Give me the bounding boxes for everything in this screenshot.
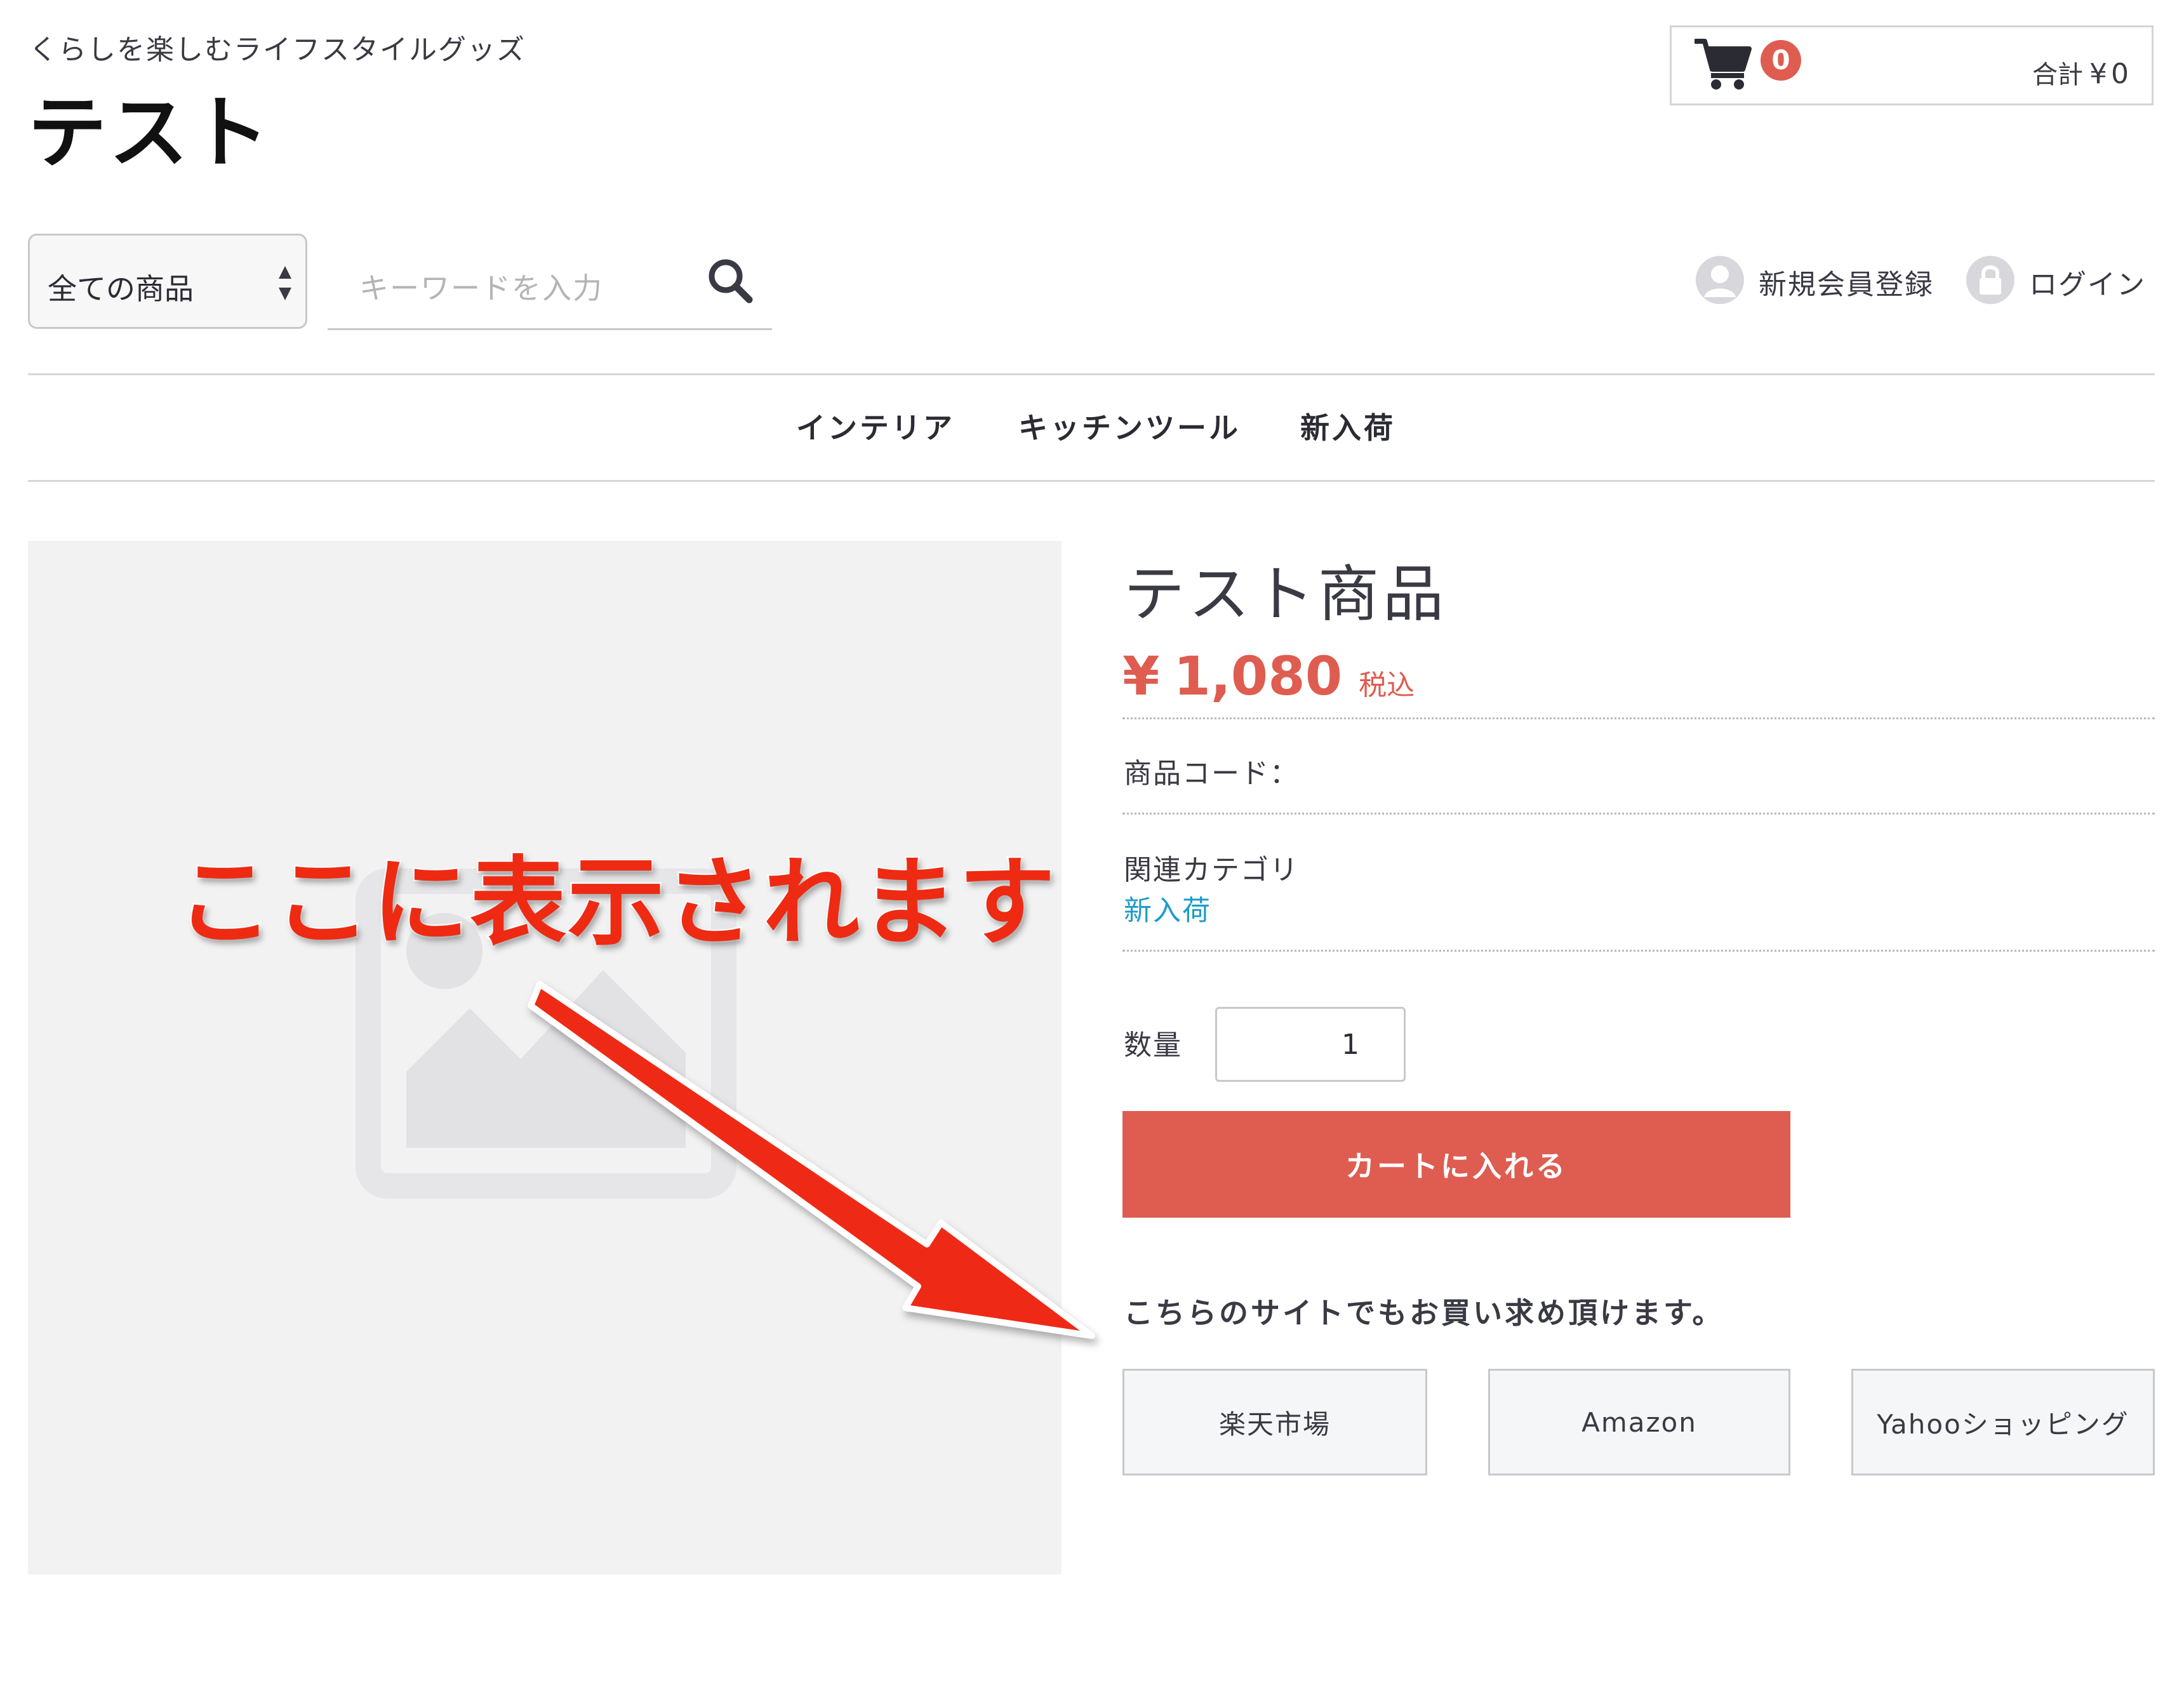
cart-summary[interactable]: 0 合計 ¥0: [1670, 25, 2154, 105]
nav-item-kitchen-tools[interactable]: キッチンツール: [1018, 405, 1241, 447]
category-select[interactable]: 全ての商品: [28, 234, 307, 329]
nav-divider-bottom: [28, 480, 2155, 482]
arrow-icon: [528, 981, 1095, 1339]
store-button-yahoo-shopping[interactable]: Yahooショッピング: [1851, 1369, 2155, 1475]
cart-total-currency: ¥: [2089, 58, 2107, 90]
product-price: ¥1,080 税込: [1122, 645, 1415, 707]
price-tax-label: 税込: [1359, 669, 1415, 702]
related-category-label: 関連カテゴリ: [1124, 854, 1299, 886]
select-arrows-icon: [279, 266, 291, 300]
add-to-cart-button[interactable]: カートに入れる: [1122, 1111, 1790, 1218]
search-placeholder: キーワードを入力: [359, 271, 603, 305]
related-category-link[interactable]: 新入荷: [1124, 888, 1211, 928]
annotation-label: ここに表示されます: [175, 845, 1057, 961]
store-button-rakuten[interactable]: 楽天市場: [1122, 1369, 1427, 1475]
cart-count-badge: 0: [1761, 40, 1801, 81]
page: くらしを楽しむライフスタイルグッズ テスト 0 合計 ¥0 全ての商品 キーワード…: [0, 0, 2184, 1704]
nav-divider-top: [28, 373, 2155, 375]
site-title[interactable]: テスト: [28, 69, 272, 183]
login-link-label: ログイン: [2029, 269, 2146, 301]
register-link-label: 新規会員登録: [1759, 269, 1934, 301]
divider: [1122, 950, 2155, 952]
category-select-value: 全ての商品: [48, 272, 194, 306]
other-sites-heading: こちらのサイトでもお買い求め頂けます。: [1124, 1296, 1724, 1330]
cart-icon[interactable]: [1695, 37, 1752, 91]
cart-total-label: 合計: [2032, 60, 2083, 90]
product-name: テスト商品: [1124, 559, 1448, 630]
product-code-label: 商品コード：: [1124, 757, 1299, 790]
divider: [1122, 813, 2155, 815]
search-icon[interactable]: [706, 256, 754, 305]
quantity-input[interactable]: [1215, 1007, 1406, 1082]
user-icon: [1696, 256, 1744, 304]
nav-item-new-arrivals[interactable]: 新入荷: [1300, 405, 1395, 447]
cart-total: 合計 ¥0: [2032, 54, 2129, 91]
quantity-label: 数量: [1124, 1029, 1182, 1062]
price-value: 1,080: [1173, 645, 1343, 707]
divider: [1122, 717, 2155, 719]
site-tagline: くらしを楽しむライフスタイルグッズ: [29, 34, 526, 66]
lock-icon: [1966, 256, 2014, 304]
nav-item-interior[interactable]: インテリア: [796, 405, 955, 447]
search-input[interactable]: キーワードを入力: [328, 234, 772, 330]
category-nav: インテリア キッチンツール 新入荷: [0, 405, 2184, 456]
cart-total-value: 0: [2111, 58, 2129, 90]
price-currency: ¥: [1122, 645, 1160, 707]
store-button-amazon[interactable]: Amazon: [1488, 1369, 1790, 1475]
